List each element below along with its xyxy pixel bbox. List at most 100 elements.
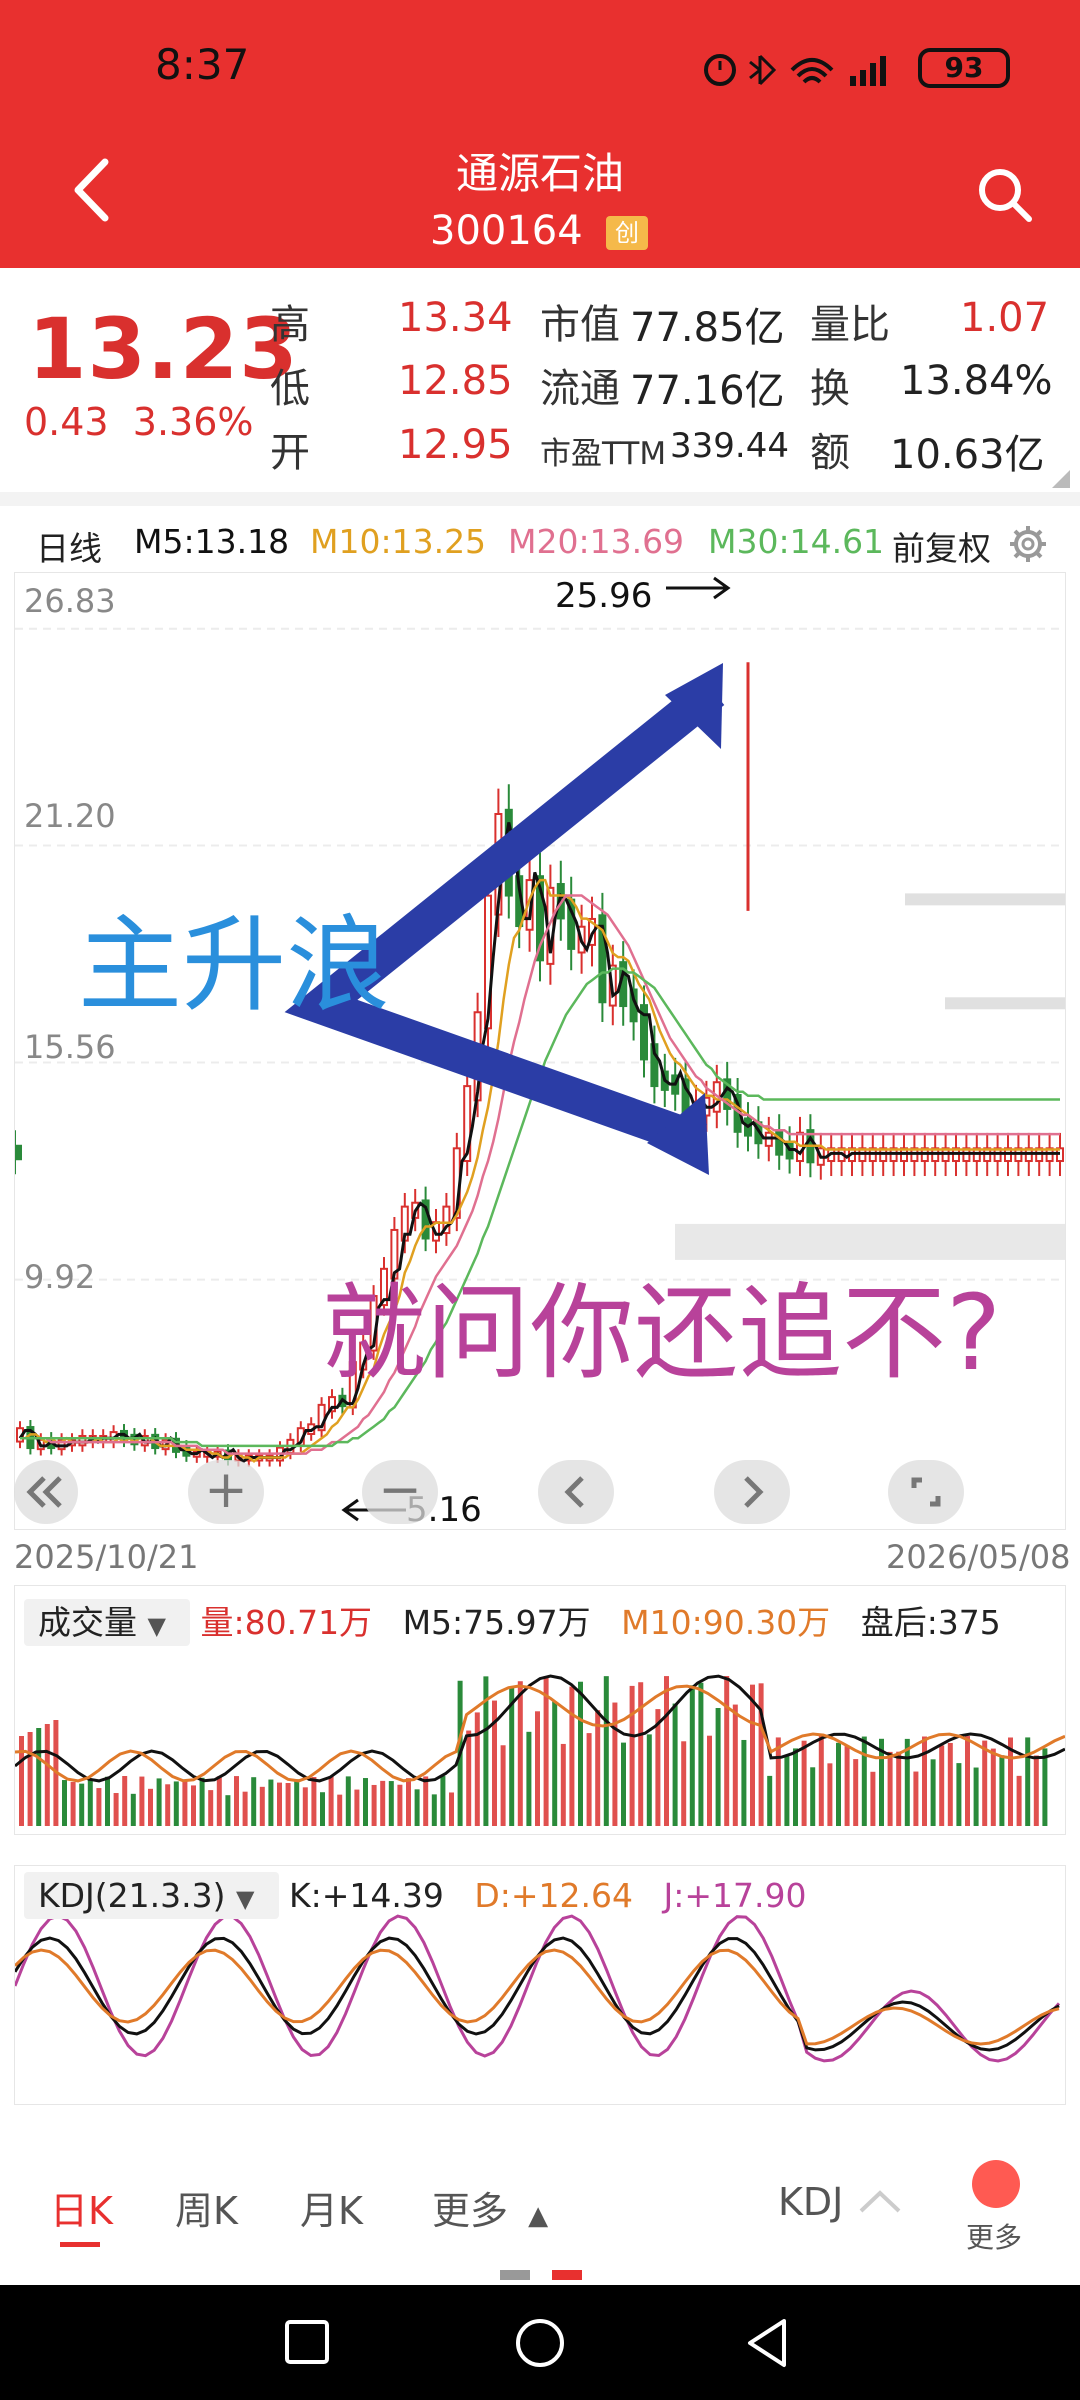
scroll-right-button[interactable] [714, 1460, 790, 1524]
volume-bar [139, 1776, 145, 1826]
volume-bar [586, 1733, 592, 1826]
period-label: 日线 [36, 529, 102, 568]
volume-bar [560, 1743, 566, 1826]
volume-bar [156, 1778, 162, 1826]
volume-bar [216, 1776, 222, 1826]
volume-bar [191, 1785, 196, 1826]
volume-bar [173, 1781, 179, 1826]
volume-bar [672, 1703, 678, 1826]
volume-bar [741, 1739, 747, 1826]
status-time: 8:37 [155, 40, 250, 89]
volume-bar [311, 1777, 317, 1826]
volume-bar [767, 1775, 773, 1826]
volume-bar [629, 1685, 635, 1826]
ma-legend: 日线 M5:13.18 M10:13.25 M20:13.69 M30:14.6… [0, 510, 1080, 570]
volume-bar [724, 1676, 730, 1826]
dropdown-triangle-icon: ▼ [236, 1885, 255, 1913]
volume-bar [268, 1779, 274, 1826]
volume-m10: M10:90.30万 [621, 1603, 831, 1642]
volume-bar [982, 1740, 988, 1826]
volume-bar [939, 1745, 945, 1826]
volume-bar [474, 1712, 480, 1826]
volume-bar [62, 1780, 67, 1826]
fullscreen-button[interactable] [888, 1460, 964, 1524]
volume-bar [328, 1776, 334, 1826]
volume-bar [517, 1681, 523, 1826]
volume-bar [208, 1790, 214, 1826]
zoom-out-button[interactable]: − [362, 1460, 438, 1524]
volume-bar [758, 1683, 764, 1826]
battery-indicator: 93 [918, 48, 1010, 88]
section-divider [0, 492, 1080, 506]
volume-bar [526, 1731, 532, 1826]
more-button-label[interactable]: 更多 [966, 2216, 1022, 2256]
board-badge: 创 [606, 216, 648, 250]
volume-bar [414, 1789, 420, 1826]
volume-bar [896, 1751, 902, 1826]
candle-body [14, 1144, 22, 1161]
recent-apps-icon[interactable] [282, 2317, 332, 2367]
volume-bar [750, 1684, 755, 1826]
volume-bar [320, 1792, 325, 1826]
volume-bar [165, 1784, 171, 1826]
volume-bar [277, 1782, 282, 1826]
volume-selector[interactable]: 成交量 ▼ [24, 1599, 191, 1646]
mcap-label: 市值 [540, 302, 620, 348]
volume-bar [122, 1776, 128, 1826]
signal-wifi-bluetooth-icons [704, 54, 886, 86]
more-dot-icon[interactable] [972, 2160, 1020, 2208]
volume-bar [44, 1724, 50, 1826]
volume-bar [715, 1708, 721, 1826]
volume-bar [689, 1685, 695, 1826]
high-label: 高 [270, 302, 310, 348]
volume-bar [664, 1676, 669, 1826]
volume-bar [999, 1755, 1005, 1826]
volume-bar [70, 1782, 76, 1826]
float-value: 77.16亿 [630, 368, 785, 414]
back-triangle-icon[interactable] [742, 2315, 792, 2371]
vol-ratio-value: 1.07 [960, 295, 1050, 341]
zoom-in-button[interactable]: + [188, 1460, 264, 1524]
y-tick-label: 15.56 [24, 1028, 116, 1066]
volume-bar [406, 1778, 411, 1826]
volume-bar [285, 1783, 291, 1826]
volume-bar [242, 1791, 248, 1826]
scroll-left-button[interactable] [538, 1460, 614, 1524]
price-change: 0.43 3.36% [24, 400, 254, 444]
amount-label: 额 [810, 430, 850, 476]
tab-more-periods[interactable]: 更多 ▲ [432, 2180, 548, 2235]
volume-bar [371, 1784, 377, 1826]
home-circle-icon[interactable] [512, 2315, 568, 2371]
volume-bar [973, 1767, 979, 1826]
search-button[interactable] [975, 165, 1035, 225]
kdj-selector[interactable]: KDJ(21.3.3) ▼ [24, 1872, 279, 1919]
volume-bar [1016, 1775, 1022, 1826]
tab-monthly[interactable]: 月K [300, 2180, 363, 2235]
period-tabs: 日K 周K 月K 更多 ▲ KDJ 更多 [0, 2130, 1080, 2280]
high-marker-label: 25.96 [555, 576, 653, 616]
stock-code: 300164 [430, 208, 583, 254]
tab-daily[interactable]: 日K [50, 2180, 113, 2235]
volume-bar [431, 1794, 437, 1826]
kdj-j-line [13, 1914, 1061, 2063]
volume-bar [552, 1701, 558, 1826]
settings-gear-icon[interactable] [1008, 524, 1048, 564]
volume-bar [337, 1794, 343, 1826]
indicator-tab[interactable]: KDJ [778, 2180, 905, 2224]
pe-label: 市盈TTM [540, 436, 667, 472]
volume-bar [913, 1771, 919, 1826]
volume-bar [646, 1734, 652, 1826]
y-tick-label: 9.92 [24, 1258, 96, 1296]
low-label: 低 [270, 366, 310, 412]
kdj-k: K:+14.39 [288, 1876, 444, 1915]
annotation-main-wave: 主升浪 [78, 904, 391, 1026]
scroll-start-button[interactable] [14, 1460, 78, 1524]
volume-bar [380, 1780, 386, 1826]
kdj-legend: KDJ(21.3.3) ▼ K:+14.39 D:+12.64 J:+17.90 [24, 1872, 807, 1919]
adjust-label[interactable]: 前复权 [892, 522, 991, 570]
volume-bar [853, 1759, 859, 1826]
expand-corner-icon[interactable] [1052, 470, 1072, 488]
tab-weekly[interactable]: 周K [175, 2180, 238, 2235]
volume-bar [363, 1778, 368, 1826]
m5-label: M5:13.18 [134, 522, 290, 561]
